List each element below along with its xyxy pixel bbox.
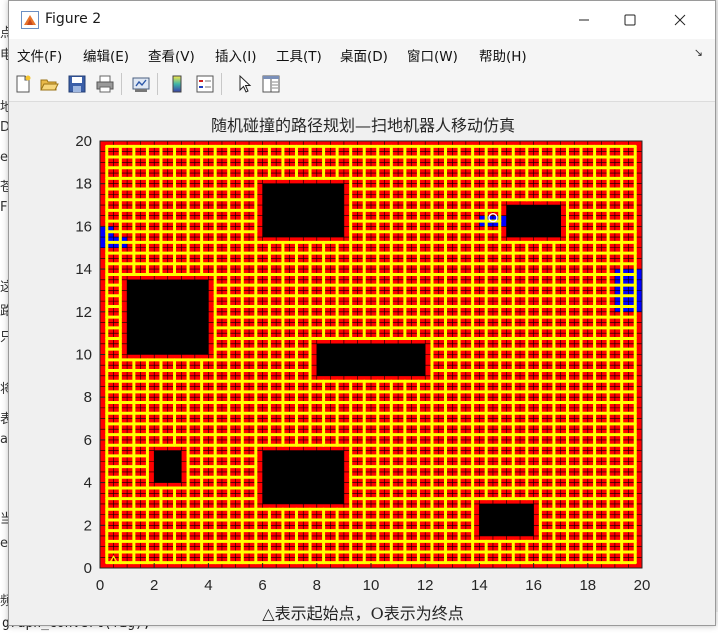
x-tick-label: 8 [313,577,321,594]
x-tick-label: 0 [96,577,104,594]
x-tick-label: 20 [634,577,651,594]
x-tick-label: 6 [258,577,266,594]
x-axis-label: △表示起始点，O表示为终点 [262,604,464,623]
y-tick-label: 8 [84,389,92,406]
y-tick-label: 14 [75,261,92,278]
y-tick-label: 0 [84,560,92,577]
y-tick-label: 6 [84,432,92,449]
x-tick-label: 16 [525,577,542,594]
y-tick-label: 12 [75,304,92,321]
y-tick-label: 18 [75,176,92,193]
x-tick-label: 10 [363,577,380,594]
y-tick-label: 4 [84,475,92,492]
y-tick-label: 2 [84,517,92,534]
plot-title: 随机碰撞的路径规划—扫地机器人移动仿真 [210,116,515,135]
plot-axes[interactable]: 0 2 4 6 8 10 12 14 16 18 2002468101214161820 [0,0,718,636]
x-tick-label: 2 [150,577,158,594]
x-tick-label: 12 [417,577,434,594]
x-tick-label: 14 [471,577,488,594]
y-tick-label: 16 [75,218,92,235]
x-tick-label: 18 [579,577,596,594]
y-tick-label: 10 [75,347,92,364]
x-tick-label: 4 [204,577,212,594]
